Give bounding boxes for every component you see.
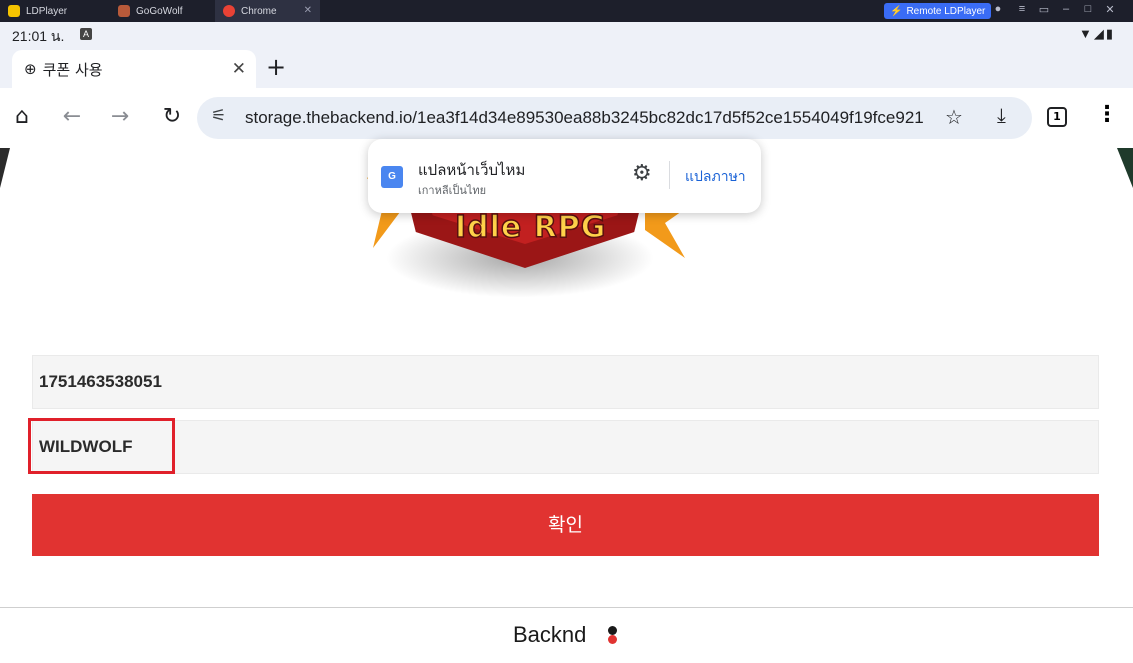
forward-icon[interactable]: → [106, 104, 134, 129]
back-icon[interactable]: ← [58, 104, 86, 129]
maximize-icon[interactable]: □ [1080, 3, 1096, 15]
status-time: 21:01 น. [12, 28, 65, 44]
url-text[interactable]: storage.thebackend.io/1ea3f14d34e89530ea… [245, 108, 925, 128]
gear-icon[interactable]: ⚙ [632, 161, 652, 186]
address-bar[interactable]: ⚟ storage.thebackend.io/1ea3f14d34e89530… [197, 97, 1032, 139]
bookmark-star-icon[interactable]: ☆ [945, 105, 963, 129]
banner-edge-left [0, 148, 10, 188]
coupon-code-field[interactable]: WILDWOLF [32, 420, 1099, 474]
translate-title: แปลหน้าเว็บไหม [418, 161, 526, 179]
chrome-tab-strip: ⊕ 쿠폰 사용 ✕ + [0, 46, 1133, 88]
window-icon[interactable]: ▭ [1036, 3, 1052, 16]
more-menu-icon[interactable]: ⋮ [1096, 102, 1118, 127]
reload-icon[interactable]: ↻ [158, 104, 186, 129]
host-tab-ldplayer[interactable]: LDPlayer [0, 0, 110, 22]
site-settings-icon[interactable]: ⚟ [211, 106, 226, 126]
host-tab-label: Chrome [241, 5, 277, 17]
brand-logo: Backnd [513, 622, 587, 647]
tab-coupon[interactable]: ⊕ 쿠폰 사용 ✕ [12, 50, 256, 88]
user-id-field[interactable]: 1751463538051 [32, 355, 1099, 409]
host-tab-label: GoGoWolf [136, 5, 183, 17]
close-window-icon[interactable]: ✕ [1102, 3, 1118, 16]
brand-mark-icon [608, 626, 618, 644]
account-icon[interactable]: ● [990, 3, 1006, 15]
page-content: Idle RPG 1751463538051 WILDWOLF 확인 Backn… [0, 148, 1133, 663]
status-bar: 21:01 น. A ▼◢▮ [0, 22, 1133, 46]
gogowolf-icon [118, 5, 130, 17]
minimize-icon[interactable]: – [1058, 3, 1074, 15]
host-tab-chrome[interactable]: Chrome ✕ [215, 0, 320, 22]
notification-icon: A [80, 28, 92, 40]
host-tab-label: LDPlayer [26, 5, 68, 17]
close-icon[interactable]: ✕ [304, 5, 312, 16]
divider [669, 161, 670, 189]
download-icon[interactable]: ⤓ [997, 103, 1006, 127]
home-icon[interactable]: ⌂ [8, 104, 36, 129]
chrome-icon [223, 5, 235, 17]
remote-label: Remote LDPlayer [906, 5, 986, 17]
menu-icon[interactable]: ≡ [1014, 3, 1030, 15]
lightning-icon: ⚡ [890, 5, 903, 17]
ldplayer-icon [8, 5, 20, 17]
remote-ldplayer-button[interactable]: ⚡ Remote LDPlayer [884, 3, 992, 19]
globe-icon: ⊕ [24, 60, 37, 78]
logo-text: Idle RPG [454, 209, 607, 246]
translate-button[interactable]: แปลภาษา [685, 166, 746, 188]
new-tab-button[interactable]: + [266, 53, 286, 81]
user-id-value: 1751463538051 [39, 372, 162, 391]
google-translate-icon: G [381, 166, 403, 188]
footer-divider [0, 607, 1133, 608]
confirm-button[interactable]: 확인 [32, 494, 1099, 556]
host-tab-bar: LDPlayer GoGoWolf Chrome ✕ ⚡ Remote LDPl… [0, 0, 1133, 22]
translate-subtitle: เกาหลีเป็นไทย [418, 184, 487, 197]
tab-title: 쿠폰 사용 [42, 60, 103, 79]
screen: LDPlayer GoGoWolf Chrome ✕ ⚡ Remote LDPl… [0, 0, 1133, 663]
tab-switcher-button[interactable]: 1 [1047, 107, 1067, 127]
signal-battery-icons: ▼◢▮ [1078, 26, 1115, 41]
banner-edge-right [1117, 148, 1133, 188]
translate-popup: G แปลหน้าเว็บไหม เกาหลีเป็นไทย ⚙ แปลภาษา [368, 139, 761, 213]
coupon-highlight-box [28, 418, 175, 474]
host-tab-gogowolf[interactable]: GoGoWolf [110, 0, 215, 22]
close-icon[interactable]: ✕ [232, 59, 246, 79]
